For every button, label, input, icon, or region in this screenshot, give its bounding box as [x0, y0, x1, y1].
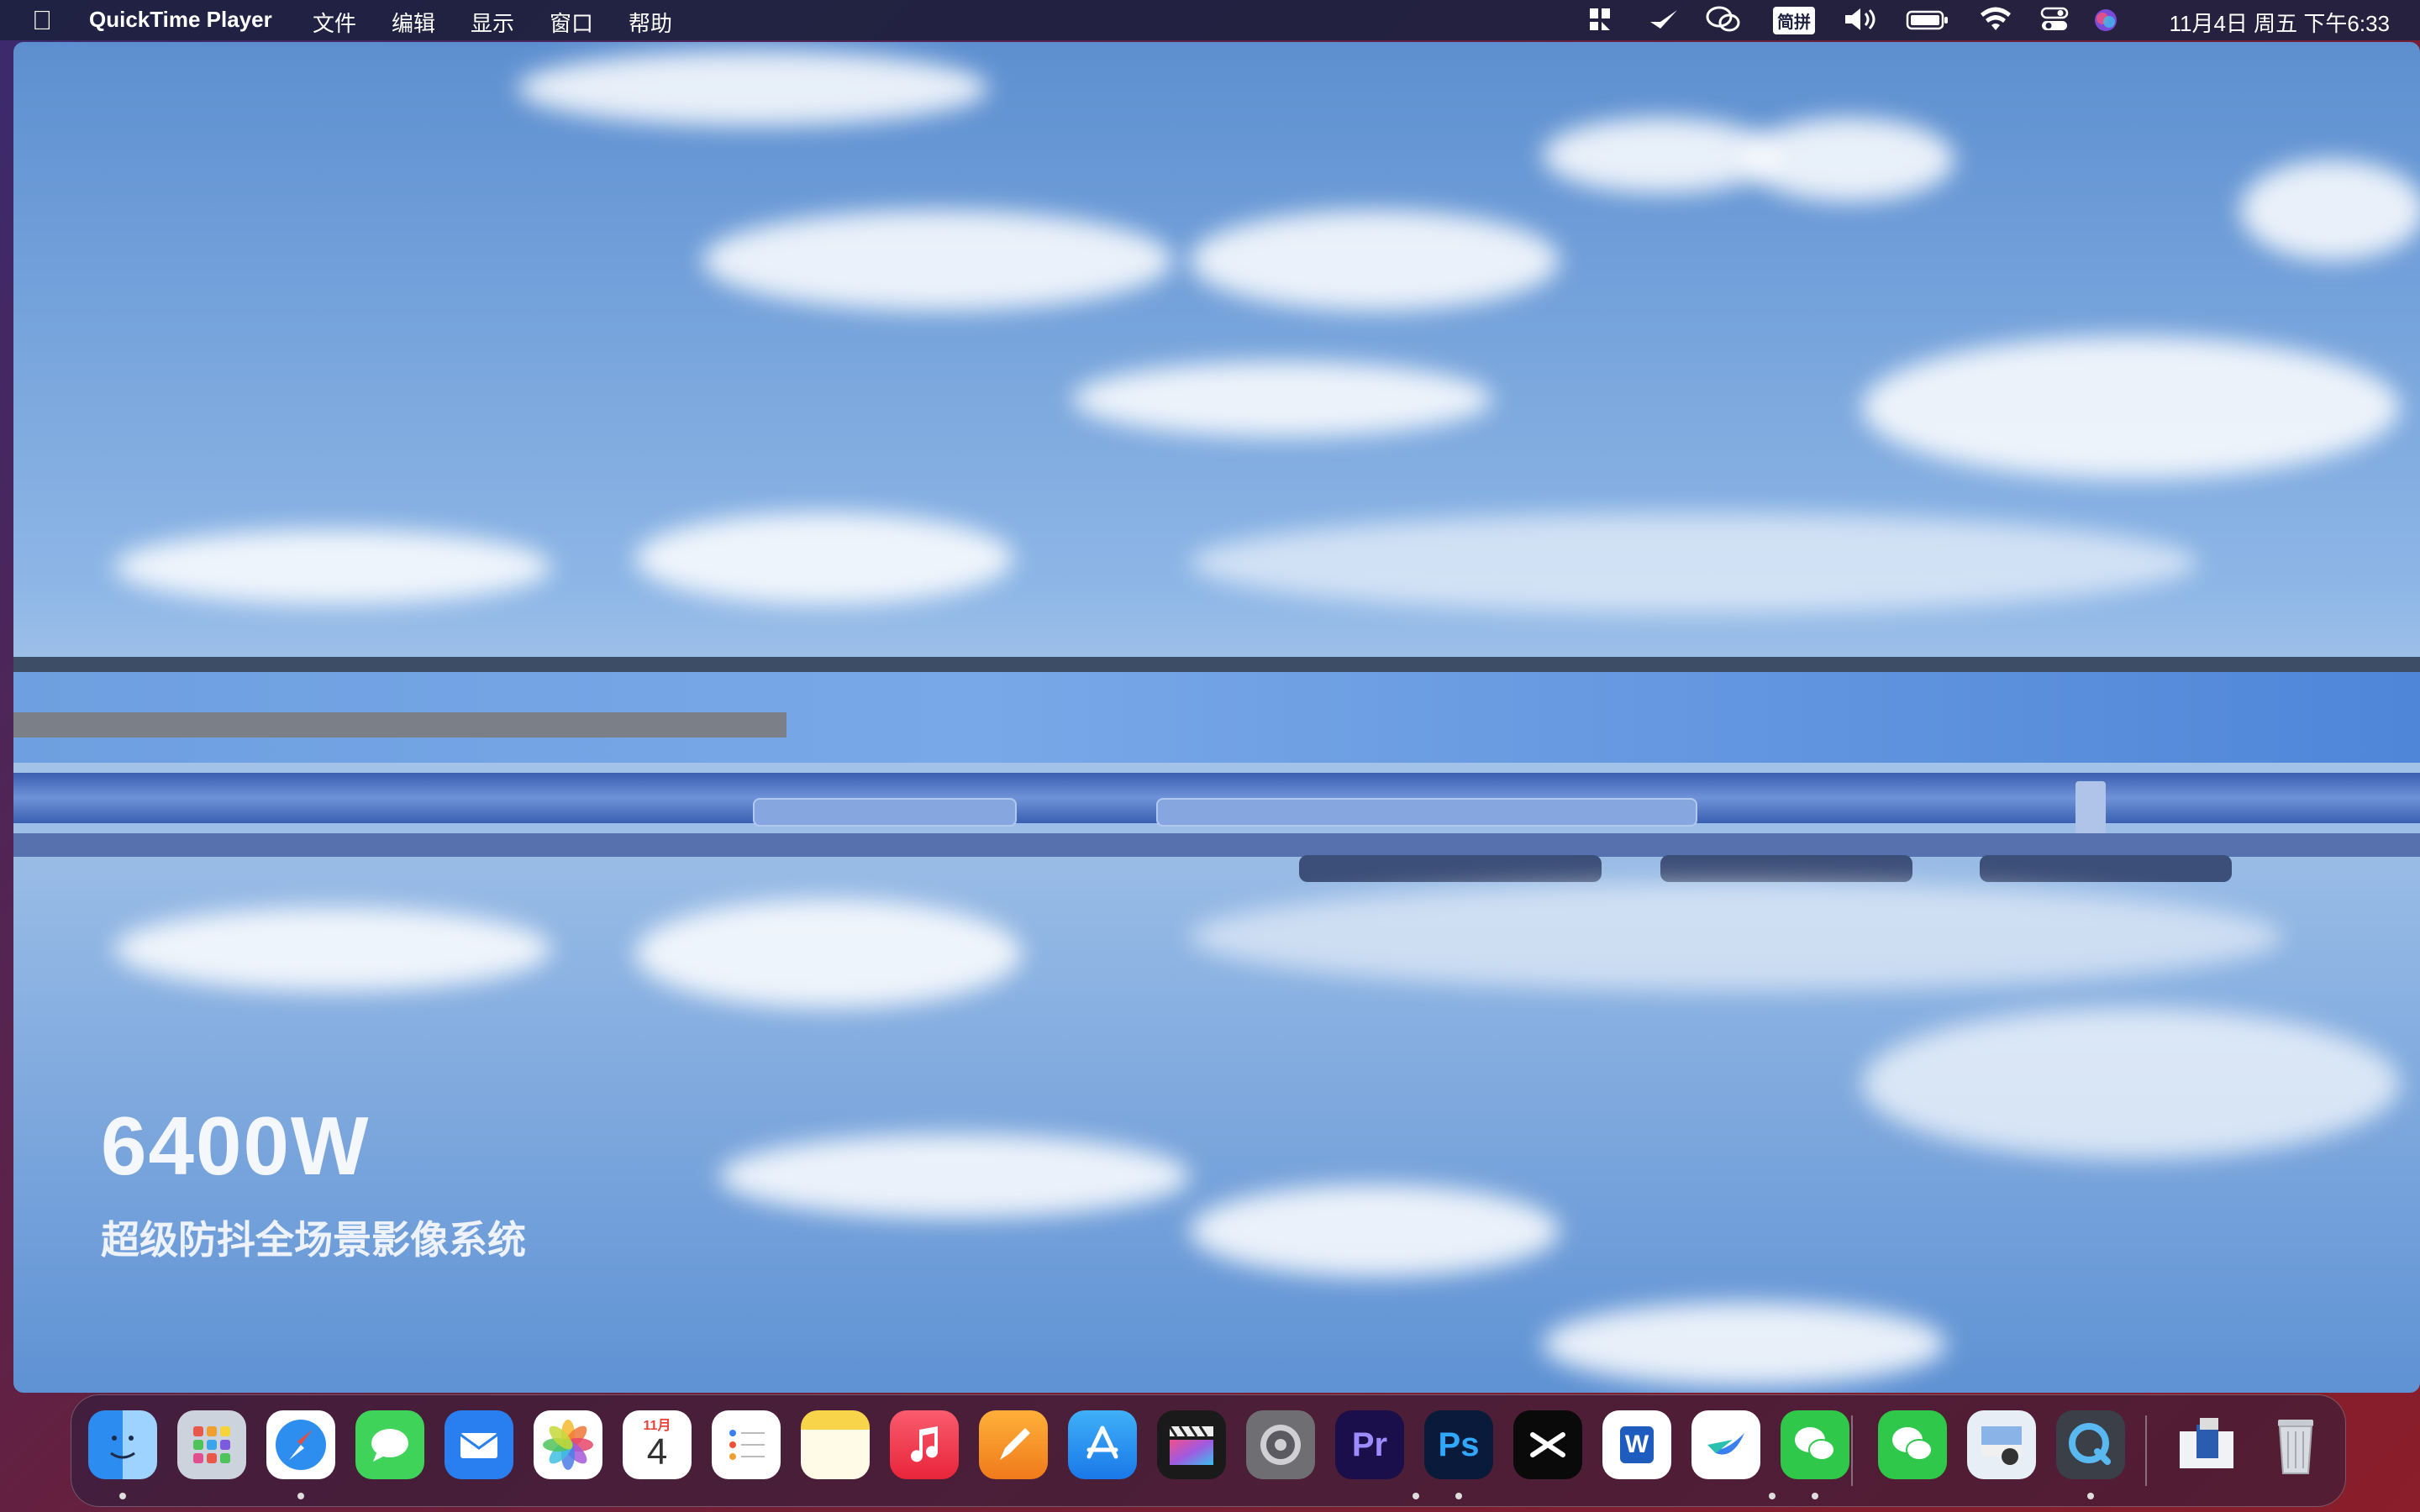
reminders-icon[interactable]: [712, 1410, 781, 1479]
photoshop-icon[interactable]: Ps: [1424, 1410, 1493, 1479]
cloud-sync-icon[interactable]: [1647, 5, 1681, 39]
cloud: [114, 529, 551, 605]
phone-camera-bump: [1299, 855, 1602, 882]
cloud: [1072, 361, 1492, 437]
calendar-icon[interactable]: 11月 4: [623, 1410, 692, 1479]
safari-icon[interactable]: [266, 1410, 335, 1479]
notes-icon[interactable]: [801, 1410, 870, 1479]
music-icon[interactable]: [890, 1410, 959, 1479]
apple-menu-icon[interactable]: : [32, 5, 52, 36]
cloud: [2240, 160, 2420, 260]
menu-bar:  QuickTime Player 文件 编辑 显示 窗口 帮助 简拼 11月…: [0, 0, 2420, 40]
phone-port: [2075, 781, 2106, 840]
photos-icon[interactable]: [534, 1410, 602, 1479]
preview-icon[interactable]: [1967, 1410, 2036, 1479]
app-menu-quicktime[interactable]: QuickTime Player: [89, 7, 272, 33]
lark-icon[interactable]: [1691, 1410, 1760, 1479]
cloud: [635, 512, 1013, 605]
system-preferences-icon[interactable]: [1246, 1410, 1315, 1479]
wechat-icon[interactable]: [1781, 1410, 1849, 1479]
dock-separator: [1851, 1415, 1853, 1486]
phone-bottom-edge: [13, 833, 2420, 857]
wechat-icon[interactable]: [1878, 1410, 1947, 1479]
dock: 11月 4 Pr Ps W: [71, 1394, 2346, 1507]
mail-icon[interactable]: [445, 1410, 513, 1479]
dock-separator: [2145, 1415, 2147, 1486]
cloud: [1862, 1008, 2400, 1159]
cloud: [719, 1134, 1190, 1218]
phone-camera-bump: [1660, 855, 1912, 882]
app-status-icon[interactable]: [1588, 5, 1612, 39]
cloud: [518, 50, 988, 126]
running-indicator: [1812, 1493, 1818, 1499]
cloud: [1190, 210, 1560, 311]
final-cut-pro-icon[interactable]: [1157, 1410, 1226, 1479]
menu-help[interactable]: 帮助: [629, 7, 672, 38]
word-icon[interactable]: W: [1602, 1410, 1671, 1479]
running-indicator: [1455, 1493, 1462, 1499]
premiere-pro-icon[interactable]: Pr: [1335, 1410, 1404, 1479]
phone-power-button: [1156, 798, 1697, 827]
cloud: [1543, 118, 1778, 193]
running-indicator: [1769, 1493, 1776, 1499]
running-indicator: [297, 1493, 304, 1499]
phone-side-view: [13, 613, 2420, 890]
cloud: [1190, 512, 2198, 613]
quicktime-icon[interactable]: [2056, 1410, 2125, 1479]
control-center-icon[interactable]: [2040, 5, 2069, 39]
video-player-window[interactable]: 6400W 超级防抖全场景影像系统: [13, 42, 2420, 1393]
capcut-icon[interactable]: [1513, 1410, 1582, 1479]
calendar-day: 4: [646, 1431, 668, 1473]
menu-edit[interactable]: 编辑: [392, 7, 435, 38]
wechat-status-icon[interactable]: [1706, 5, 1741, 39]
cloud: [1190, 1184, 1560, 1277]
phone-camera-bump: [1980, 855, 2232, 882]
running-indicator: [1413, 1493, 1419, 1499]
menu-file[interactable]: 文件: [313, 7, 356, 38]
running-indicator: [2087, 1493, 2094, 1499]
video-caption-title: 6400W: [101, 1100, 371, 1192]
phone-top-edge: [13, 657, 2420, 672]
word-letter: W: [1620, 1426, 1654, 1463]
menu-view[interactable]: 显示: [471, 7, 514, 38]
phone-frame-strip: [13, 712, 786, 738]
input-method-indicator[interactable]: 简拼: [1773, 7, 1815, 34]
app-store-icon[interactable]: [1068, 1410, 1137, 1479]
messages-icon[interactable]: [355, 1410, 424, 1479]
finder-icon[interactable]: [88, 1410, 157, 1479]
cloud: [1862, 336, 2400, 479]
video-caption-subtitle: 超级防抖全场景影像系统: [101, 1218, 526, 1262]
running-indicator: [119, 1493, 126, 1499]
cloud: [114, 907, 551, 991]
wifi-icon[interactable]: [1980, 5, 2012, 39]
menu-clock[interactable]: 11月4日 周五 下午6:33: [2169, 7, 2390, 38]
phone-volume-button: [753, 798, 1017, 827]
cloud: [702, 210, 1173, 311]
cloud: [1190, 882, 2282, 991]
cloud: [635, 899, 1022, 1008]
pages-icon[interactable]: [979, 1410, 1048, 1479]
launchpad-icon[interactable]: [177, 1410, 246, 1479]
downloads-stack-icon[interactable]: [2172, 1410, 2241, 1479]
volume-icon[interactable]: [1842, 5, 1877, 39]
menu-window[interactable]: 窗口: [550, 7, 593, 38]
cloud: [1744, 118, 1954, 202]
cloud: [1543, 1302, 1946, 1386]
siri-icon[interactable]: [2092, 7, 2119, 39]
trash-icon[interactable]: [2261, 1410, 2330, 1479]
battery-icon[interactable]: [1906, 8, 1949, 38]
